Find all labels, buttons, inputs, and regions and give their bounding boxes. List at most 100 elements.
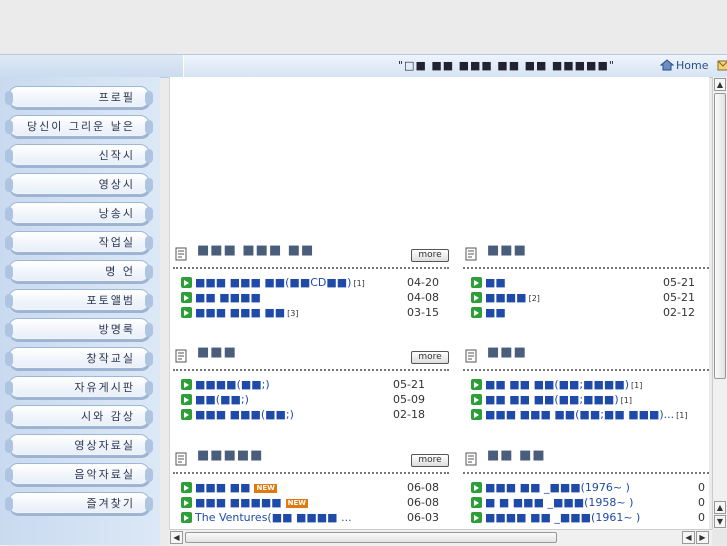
divider <box>463 267 709 269</box>
list-item[interactable]: ■■ 02-12 <box>471 305 705 320</box>
sidebar-item-free-board[interactable]: 자유게시판 <box>5 376 153 398</box>
arrow-icon <box>181 277 192 288</box>
sidebar-item-missing-days[interactable]: 당신이 그리운 날은 <box>5 115 153 137</box>
arrow-icon <box>471 512 482 523</box>
sidebar-item-guestbook[interactable]: 방명록 <box>5 318 153 340</box>
list-item[interactable]: ■■ ■■ ■■(■■;■■■) [1] <box>471 392 705 407</box>
sidebar-item-writing-class[interactable]: 창작교실 <box>5 347 153 369</box>
post-date: 0 <box>698 496 705 509</box>
scroll-up-arrow-icon[interactable]: ▲ <box>714 78 726 91</box>
vertical-scroll-thumb[interactable] <box>714 93 726 379</box>
list-item[interactable]: The Ventures(■■ ■■■■ ... 06-03 <box>181 510 449 525</box>
post-title[interactable]: The Ventures(■■ ■■■■ ... <box>195 511 352 524</box>
post-date: 06-08 <box>407 496 439 509</box>
divider <box>173 267 449 269</box>
list-item[interactable]: ■ ■ ■■■ _■■■(1958~ ) 0 <box>471 495 705 510</box>
comment-count: [1] <box>620 396 632 405</box>
post-title[interactable]: ■■■■(■■;) <box>195 378 270 391</box>
post-title[interactable]: ■■■ ■■ <box>195 481 250 494</box>
scroll-up-arrow-icon[interactable]: ▲ <box>714 501 726 514</box>
document-icon <box>465 247 477 261</box>
post-title[interactable]: ■■ ■■ ■■(■■;■■■) <box>485 393 619 406</box>
section-header: ■■■■■ more <box>175 448 459 468</box>
post-title[interactable]: ■■ <box>485 306 506 319</box>
list-item[interactable]: ■■■ ■■ NEW 06-08 <box>181 480 449 495</box>
list-item[interactable]: ■■■■ [2] 05-21 <box>471 290 705 305</box>
sidebar-item-photo-album[interactable]: 포토앨범 <box>5 289 153 311</box>
list-item[interactable]: ■■■ ■■ _■■■(1976~ ) 0 <box>471 480 705 495</box>
post-date: 0 <box>698 481 705 494</box>
scroll-right-arrow-icon[interactable]: ▶ <box>696 531 709 544</box>
main-content: ■■■ ■■■ ■■ more ■■■ ■■■ ■■(■■CD■■) [1] 04-… <box>169 77 709 529</box>
section-header: ■■■ ■■■ ■■ more <box>175 243 459 263</box>
more-button[interactable]: more <box>411 351 449 364</box>
list-item[interactable]: ■■ 05-21 <box>471 275 705 290</box>
post-title[interactable]: ■■■ ■■■ ■■(■■CD■■) <box>195 276 351 289</box>
horizontal-scrollbar[interactable]: ◀ ◀ ▶ <box>169 529 712 546</box>
section-header: ■■ ■■ <box>465 448 709 468</box>
post-title[interactable]: ■■(■■;) <box>195 393 249 406</box>
home-link[interactable]: Home <box>660 59 708 72</box>
sidebar-item-video-archive[interactable]: 영상자료실 <box>5 434 153 456</box>
post-date: 06-08 <box>407 481 439 494</box>
sidebar-item-poetry-appreciation[interactable]: 시와 감상 <box>5 405 153 427</box>
top-bar-left-panel <box>0 55 184 77</box>
sidebar-item-recited-poems[interactable]: 낭송시 <box>5 202 153 224</box>
post-title[interactable]: ■■■ ■■ _■■■(1976~ ) <box>485 481 630 494</box>
sidebar-item-profile[interactable]: 프로필 <box>5 86 153 108</box>
section-header: ■■■ <box>465 345 709 365</box>
post-title[interactable]: ■■■ ■■■ ■■ <box>195 306 285 319</box>
post-title[interactable]: ■■■■ ■■ _■■■(1961~ ) <box>485 511 640 524</box>
vertical-scrollbar[interactable]: ▲ ▲ ▼ <box>712 77 727 529</box>
more-button[interactable]: more <box>411 249 449 262</box>
list-item[interactable]: ■■■■(■■;) 05-21 <box>181 377 435 392</box>
post-date: 06-03 <box>407 511 439 524</box>
post-title[interactable]: ■■■ ■■■(■■;) <box>195 408 294 421</box>
divider <box>463 472 709 474</box>
sidebar-item-quotes[interactable]: 명 언 <box>5 260 153 282</box>
post-title[interactable]: ■■■■ <box>485 291 527 304</box>
list-item[interactable]: ■■■ ■■■(■■;) 02-18 <box>181 407 435 422</box>
section-title: ■■■ <box>487 243 527 258</box>
post-title[interactable]: ■■ <box>485 276 506 289</box>
comment-count: [2] <box>528 294 540 303</box>
arrow-icon <box>181 394 192 405</box>
arrow-icon <box>471 394 482 405</box>
marquee-text: "□■ ■■ ■■■ ■■ ■■ ■■■■■" <box>398 59 615 72</box>
post-title[interactable]: ■ ■ ■■■ _■■■(1958~ ) <box>485 496 633 509</box>
comment-count: [1] <box>676 411 688 420</box>
sidebar-item-favorites[interactable]: 즐겨찾기 <box>5 492 153 514</box>
list-item[interactable]: ■■ ■■■■ 04-08 <box>181 290 449 305</box>
document-icon <box>465 452 477 466</box>
scroll-left-arrow-icon[interactable]: ◀ <box>682 531 695 544</box>
board-section: ■■■ more ■■■■(■■;) 05-21 ■■(■■;) 05-09 ■■■… <box>171 345 455 437</box>
post-date: 03-15 <box>407 306 439 319</box>
list-item[interactable]: ■■(■■;) 05-09 <box>181 392 435 407</box>
post-date: 05-09 <box>393 393 425 406</box>
post-title[interactable]: ■■■ ■■■ ■■(■■;■■ ■■■)... <box>485 408 674 421</box>
horizontal-scroll-thumb[interactable] <box>185 532 557 543</box>
list-item[interactable]: ■■■ ■■■■■ NEW 06-08 <box>181 495 449 510</box>
scroll-down-arrow-icon[interactable]: ▼ <box>714 515 726 528</box>
list-item[interactable]: ■■ ■■ ■■(■■;■■■■) [1] <box>471 377 705 392</box>
post-date: 0 <box>698 511 705 524</box>
more-button[interactable]: more <box>411 454 449 467</box>
list-item[interactable]: ■■■ ■■■ ■■(■■CD■■) [1] 04-20 <box>181 275 449 290</box>
arrow-icon <box>181 307 192 318</box>
post-date: 05-21 <box>663 276 695 289</box>
comment-count: [3] <box>287 309 299 318</box>
mail-icon[interactable] <box>717 58 727 72</box>
list-item[interactable]: ■■■■ ■■ _■■■(1961~ ) 0 <box>471 510 705 525</box>
section-title: ■■ ■■ <box>487 448 546 463</box>
post-title[interactable]: ■■■ ■■■■■ <box>195 496 282 509</box>
post-title[interactable]: ■■ ■■■■ <box>195 291 261 304</box>
list-item[interactable]: ■■■ ■■■ ■■ [3] 03-15 <box>181 305 449 320</box>
sidebar-item-video-poems[interactable]: 영상시 <box>5 173 153 195</box>
sidebar-item-new-poems[interactable]: 신작시 <box>5 144 153 166</box>
list-item[interactable]: ■■■ ■■■ ■■(■■;■■ ■■■)... [1] <box>471 407 705 422</box>
divider <box>173 472 449 474</box>
post-title[interactable]: ■■ ■■ ■■(■■;■■■■) <box>485 378 629 391</box>
scroll-left-arrow-icon[interactable]: ◀ <box>170 531 183 544</box>
sidebar-item-workroom[interactable]: 작업실 <box>5 231 153 253</box>
sidebar-item-music-archive[interactable]: 음악자료실 <box>5 463 153 485</box>
